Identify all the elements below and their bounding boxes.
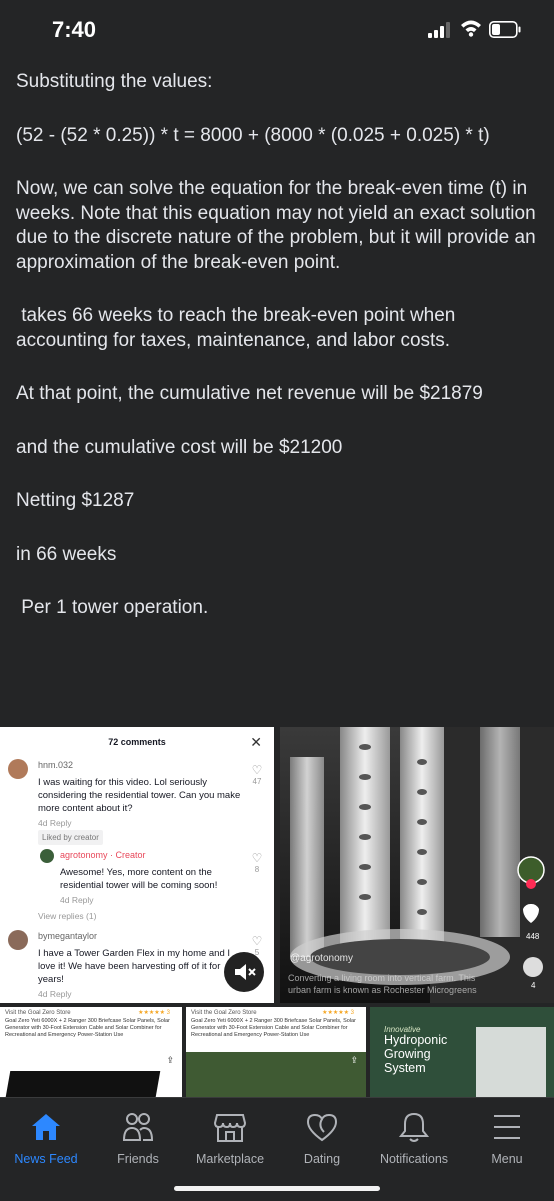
share-icon: ⇪: [350, 1055, 358, 1065]
comment-meta: 4d Reply: [38, 989, 72, 999]
ad-title: Hydroponic Growing System: [384, 1033, 448, 1075]
ad-description: Goal Zero Yeti 6000X + 2 Ranger 300 Brie…: [191, 1018, 356, 1038]
heart-icon: ♡: [251, 763, 263, 777]
ads-strip: Visit the Goal Zero Store ★★★★★ 3 Goal Z…: [0, 1007, 554, 1097]
tab-dating[interactable]: Dating: [276, 1098, 368, 1178]
share-count: 4: [531, 981, 536, 990]
avatar: [40, 849, 54, 863]
tab-label: Friends: [117, 1152, 159, 1166]
post-paragraph: Substituting the values:: [16, 71, 213, 92]
post-paragraph: in 66 weeks: [16, 543, 117, 565]
ad-store: Visit the Goal Zero Store: [5, 1010, 71, 1016]
post-paragraph: Netting $1287: [16, 490, 135, 511]
ad-description: Goal Zero Yeti 6000X + 2 Ranger 300 Brie…: [5, 1018, 170, 1038]
comments-screenshot[interactable]: 72 comments ✕ hnm.032 I was waiting for …: [0, 727, 274, 1003]
comment-user: agrotonomy · Creator: [60, 850, 146, 860]
mute-button[interactable]: [224, 952, 264, 992]
tab-notifications[interactable]: Notifications: [368, 1098, 460, 1178]
comments-header: 72 comments ✕: [0, 727, 274, 755]
comment-text: I have a Tower Garden Flex in my home an…: [38, 948, 231, 985]
ad-store: Visit the Goal Zero Store: [191, 1010, 257, 1016]
tab-news-feed[interactable]: News Feed: [0, 1098, 92, 1178]
comment-user: bymegantaylor: [38, 931, 98, 941]
video-caption: Converting a living room into vertical f…: [288, 973, 477, 995]
wifi-icon: [461, 20, 481, 37]
post-paragraph: (52 - (52 * 0.25)) * t = 8000 + (8000 * …: [16, 124, 490, 146]
heart-icon: ♡: [251, 934, 263, 948]
comment-user: hnm.032: [38, 760, 74, 770]
like-count: 8: [254, 865, 260, 874]
home-icon: [32, 1114, 60, 1140]
ad-card[interactable]: Visit the Goal Zero Store ★★★★★ 3 Goal Z…: [0, 1007, 182, 1097]
solar-panel-image: [5, 1071, 161, 1097]
like-heart: ♡ 8: [248, 851, 266, 874]
liked-by-creator-badge: Liked by creator: [38, 830, 103, 845]
comments-count: 72 comments: [108, 737, 166, 747]
tab-friends[interactable]: Friends: [92, 1098, 184, 1178]
avatar: [8, 759, 28, 779]
bell-icon: [398, 1112, 430, 1142]
tab-label: Notifications: [379, 1152, 449, 1166]
comment-text: Awesome! Yes, more content on the reside…: [60, 867, 218, 891]
tab-label: Marketplace: [195, 1152, 265, 1166]
likes-count: 448: [526, 932, 540, 941]
hydroponic-rack-image: [476, 1027, 546, 1097]
avatar: [8, 930, 28, 950]
post-text: Substituting the values: (52 - (52 * 0.2…: [16, 70, 538, 650]
post-paragraph: and the cumulative cost will be $21200: [16, 436, 343, 458]
dating-icon: [306, 1113, 338, 1142]
ad-photo: [186, 1052, 366, 1097]
tab-marketplace[interactable]: Marketplace: [184, 1098, 276, 1178]
view-replies: View replies (1): [38, 911, 97, 921]
post-paragraph: takes 66 weeks to reach the break-even p…: [16, 305, 461, 351]
comment-text: I was waiting for this video. Lol seriou…: [38, 777, 241, 814]
menu-icon: [494, 1115, 520, 1139]
video-handle: @agrotonomy: [290, 953, 353, 964]
ad-card[interactable]: Visit the Goal Zero Store ★★★★★ 3 Goal Z…: [186, 1007, 366, 1097]
status-time: 7:40: [52, 17, 97, 42]
ad-card[interactable]: Innovative Hydroponic Growing System: [370, 1007, 554, 1097]
tab-menu[interactable]: Menu: [460, 1098, 554, 1178]
post-paragraph: At that point, the cumulative net revenu…: [16, 383, 483, 404]
post-paragraph: Per 1 tower operation.: [16, 597, 209, 618]
post-paragraph: Now, we can solve the equation for the b…: [16, 178, 541, 273]
like-heart: ♡ 47: [248, 763, 266, 786]
tab-label: Dating: [303, 1152, 341, 1166]
tab-label: Menu: [491, 1152, 523, 1166]
like-count: 47: [252, 777, 262, 786]
close-icon: ✕: [250, 734, 262, 750]
comment-meta: 4d Reply: [38, 818, 72, 828]
friends-icon: [122, 1113, 154, 1141]
battery-icon: [489, 21, 521, 38]
share-icon: ⇪: [166, 1055, 174, 1065]
home-indicator[interactable]: [174, 1186, 380, 1191]
comment-meta: 4d Reply: [60, 895, 94, 905]
ad-rating: ★★★★★ 3: [138, 1010, 170, 1016]
cellular-signal-icon: [428, 22, 450, 38]
ad-rating: ★★★★★ 3: [322, 1010, 354, 1016]
marketplace-icon: [213, 1114, 247, 1142]
speaker-muted-icon: [235, 964, 256, 980]
status-bar: 7:40: [0, 0, 554, 60]
heart-icon: ♡: [251, 851, 263, 865]
tab-label: News Feed: [14, 1152, 78, 1166]
video-thumbnail[interactable]: 448 4 @agrotonomy Converting a living ro…: [280, 727, 554, 1003]
